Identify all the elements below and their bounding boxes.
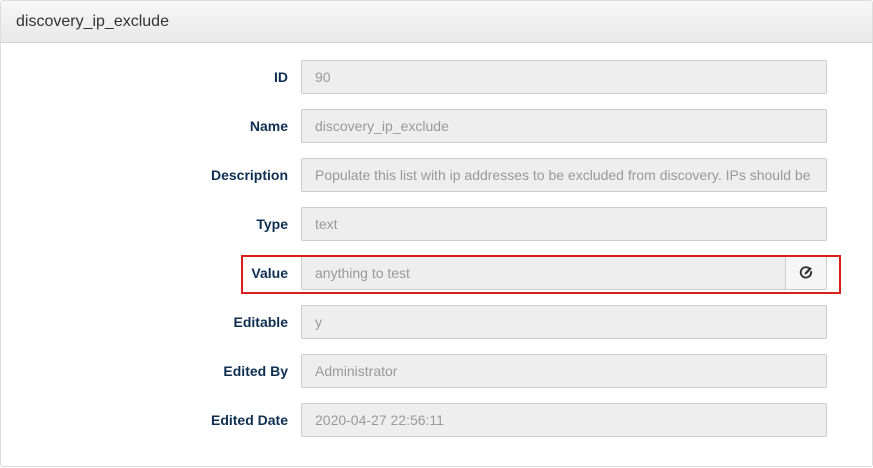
form-row-description: Description Populate this list with ip a…	[1, 158, 872, 192]
editable-field[interactable]: y	[301, 305, 827, 339]
id-label: ID	[274, 69, 288, 85]
form-row-edited-date: Edited Date 2020-04-27 22:56:11	[1, 403, 872, 437]
value-field[interactable]: anything to test	[301, 256, 786, 290]
description-label: Description	[210, 167, 288, 183]
name-field[interactable]: discovery_ip_exclude	[301, 109, 827, 143]
edit-icon	[799, 266, 813, 280]
type-label: Type	[256, 216, 288, 232]
edited-date-field[interactable]: 2020-04-27 22:56:11	[301, 403, 827, 437]
editable-label: Editable	[233, 314, 288, 330]
value-label: Value	[251, 265, 288, 281]
form-row-edited-by: Edited By Administrator	[1, 354, 872, 388]
edited-by-field[interactable]: Administrator	[301, 354, 827, 388]
edited-date-label: Edited Date	[210, 412, 288, 428]
config-panel: discovery_ip_exclude ID 90 Name discover…	[0, 0, 873, 467]
form-row-value: Value anything to test	[1, 256, 872, 290]
form-row-editable: Editable y	[1, 305, 872, 339]
id-field[interactable]: 90	[301, 60, 827, 94]
form-row-type: Type text	[1, 207, 872, 241]
form-row-id: ID 90	[1, 60, 872, 94]
edit-value-button[interactable]	[785, 256, 827, 290]
panel-title: discovery_ip_exclude	[16, 12, 169, 30]
panel-heading: discovery_ip_exclude	[1, 1, 872, 43]
name-label: Name	[249, 118, 288, 134]
type-field[interactable]: text	[301, 207, 827, 241]
edited-by-label: Edited By	[223, 363, 288, 379]
description-field[interactable]: Populate this list with ip addresses to …	[301, 158, 827, 192]
form-row-name: Name discovery_ip_exclude	[1, 109, 872, 143]
